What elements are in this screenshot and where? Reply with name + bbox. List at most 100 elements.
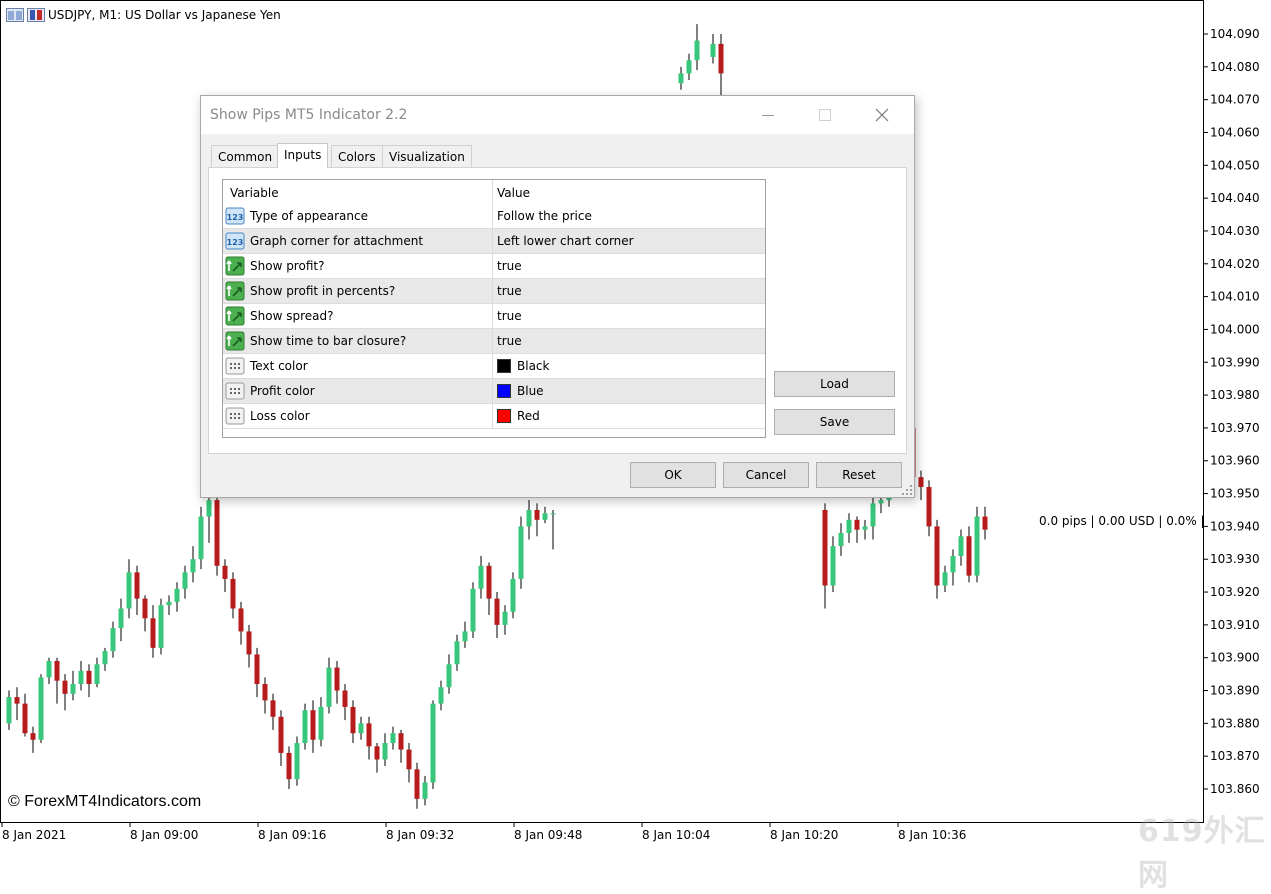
price-tick-label: 103.990 xyxy=(1210,355,1260,369)
time-tick-label: 8 Jan 10:36 xyxy=(898,828,966,842)
ok-button[interactable]: OK xyxy=(630,462,716,488)
candle xyxy=(430,700,436,789)
price-tick-label: 104.010 xyxy=(1210,290,1260,304)
input-variable-cell: Show spread? xyxy=(223,304,493,328)
cancel-button[interactable]: Cancel xyxy=(723,462,809,488)
candle-body xyxy=(414,769,420,799)
price-tick-label: 104.070 xyxy=(1210,93,1260,107)
candle-body xyxy=(838,532,844,547)
input-value-cell[interactable]: Black xyxy=(493,354,765,378)
candle-body xyxy=(126,572,132,609)
input-value-cell[interactable]: true xyxy=(493,329,765,353)
input-row[interactable]: 123 Graph corner for attachment Left lower… xyxy=(223,229,765,254)
tab-visualization[interactable]: Visualization xyxy=(382,145,472,167)
candle-body xyxy=(206,500,212,517)
input-variable-cell: Profit color xyxy=(223,379,493,403)
input-variable-label: Show profit? xyxy=(250,259,325,273)
candle-body xyxy=(862,526,868,530)
candle-body xyxy=(198,516,204,560)
candle-body xyxy=(174,588,180,602)
candle xyxy=(470,582,476,638)
candle-body xyxy=(38,677,44,740)
candle-body xyxy=(350,706,356,734)
price-tick-label: 104.000 xyxy=(1210,322,1260,336)
price-tick-label: 103.960 xyxy=(1210,454,1260,468)
input-row[interactable]: Show time to bar closure? true xyxy=(223,329,765,354)
input-row[interactable]: Text color Black xyxy=(223,354,765,379)
color-swatch xyxy=(497,409,511,423)
input-value-text: Blue xyxy=(517,384,544,398)
input-value-cell[interactable]: Red xyxy=(493,404,765,428)
candle xyxy=(214,493,220,576)
input-row[interactable]: Loss color Red xyxy=(223,404,765,429)
site-watermark: 619外汇网 xyxy=(1138,814,1266,893)
input-value-cell[interactable]: Follow the price xyxy=(493,204,765,228)
candle-body xyxy=(230,578,236,609)
input-variable-cell: 123 Graph corner for attachment xyxy=(223,229,493,253)
input-value-cell[interactable]: true xyxy=(493,279,765,303)
save-button[interactable]: Save xyxy=(774,409,895,435)
candle xyxy=(38,674,44,744)
chart-flag-icon xyxy=(27,8,45,22)
input-row[interactable]: Show profit in percents? true xyxy=(223,279,765,304)
candle-body xyxy=(222,565,228,579)
boolean-icon xyxy=(225,331,245,351)
candle-body xyxy=(502,611,508,625)
candle-body xyxy=(118,608,124,629)
input-value-text: true xyxy=(497,334,522,348)
input-value-cell[interactable]: Left lower chart corner xyxy=(493,229,765,253)
input-row[interactable]: Profit color Blue xyxy=(223,379,765,404)
input-value-cell[interactable]: true xyxy=(493,304,765,328)
candle xyxy=(510,572,516,619)
maximize-button[interactable] xyxy=(802,96,848,134)
candle-body xyxy=(246,631,252,655)
input-value-text: true xyxy=(497,309,522,323)
candle-body xyxy=(390,733,396,744)
tab-inputs[interactable]: Inputs xyxy=(277,143,329,168)
close-button[interactable] xyxy=(859,96,905,134)
dialog-titlebar[interactable]: Show Pips MT5 Indicator 2.2 xyxy=(201,96,914,134)
price-tick-label: 104.020 xyxy=(1210,257,1260,271)
price-axis: 104.090 104.080 104.070 104.060 104.050 104.0… xyxy=(1203,27,1260,796)
load-button[interactable]: Load xyxy=(774,371,895,397)
time-tick-label: 8 Jan 10:04 xyxy=(642,828,710,842)
boolean-icon xyxy=(225,306,245,326)
input-row[interactable]: 123 Type of appearance Follow the price xyxy=(223,204,765,229)
candle-body xyxy=(870,503,876,527)
candle-body xyxy=(518,526,524,579)
input-value-cell[interactable]: Blue xyxy=(493,379,765,403)
reset-button[interactable]: Reset xyxy=(816,462,902,488)
candle-body xyxy=(966,536,972,576)
candle-body xyxy=(150,618,156,648)
column-header-value[interactable]: Value xyxy=(493,180,765,204)
candle-body xyxy=(166,601,172,606)
tab-colors[interactable]: Colors xyxy=(331,145,383,167)
input-value-cell[interactable]: true xyxy=(493,254,765,278)
candle-body xyxy=(374,746,380,760)
candle xyxy=(158,598,164,655)
input-row[interactable]: Show spread? true xyxy=(223,304,765,329)
number-icon: 123 xyxy=(225,207,245,225)
candle-body xyxy=(134,572,140,599)
candle-body xyxy=(470,588,476,632)
price-tick-label: 104.050 xyxy=(1210,158,1260,172)
column-header-variable[interactable]: Variable xyxy=(223,180,493,204)
candle-body xyxy=(926,487,932,527)
tab-common[interactable]: Common xyxy=(211,145,280,167)
candle xyxy=(974,506,980,583)
input-row[interactable]: Show profit? true xyxy=(223,254,765,279)
input-variable-label: Graph corner for attachment xyxy=(250,234,424,248)
candle-body xyxy=(510,578,516,612)
input-variable-label: Show profit in percents? xyxy=(250,284,396,298)
time-tick-label: 8 Jan 10:20 xyxy=(770,828,838,842)
candle-body xyxy=(534,509,540,520)
candle-body xyxy=(262,683,268,701)
candle-body xyxy=(830,546,836,586)
minimize-button[interactable] xyxy=(745,96,791,134)
candle-body xyxy=(142,598,148,619)
candle xyxy=(294,736,300,786)
candle-body xyxy=(710,43,716,57)
input-variable-cell: Loss color xyxy=(223,404,493,428)
resize-grip-icon[interactable] xyxy=(902,485,912,495)
chart-title-text: USDJPY, M1: US Dollar vs Japanese Yen xyxy=(48,8,281,22)
